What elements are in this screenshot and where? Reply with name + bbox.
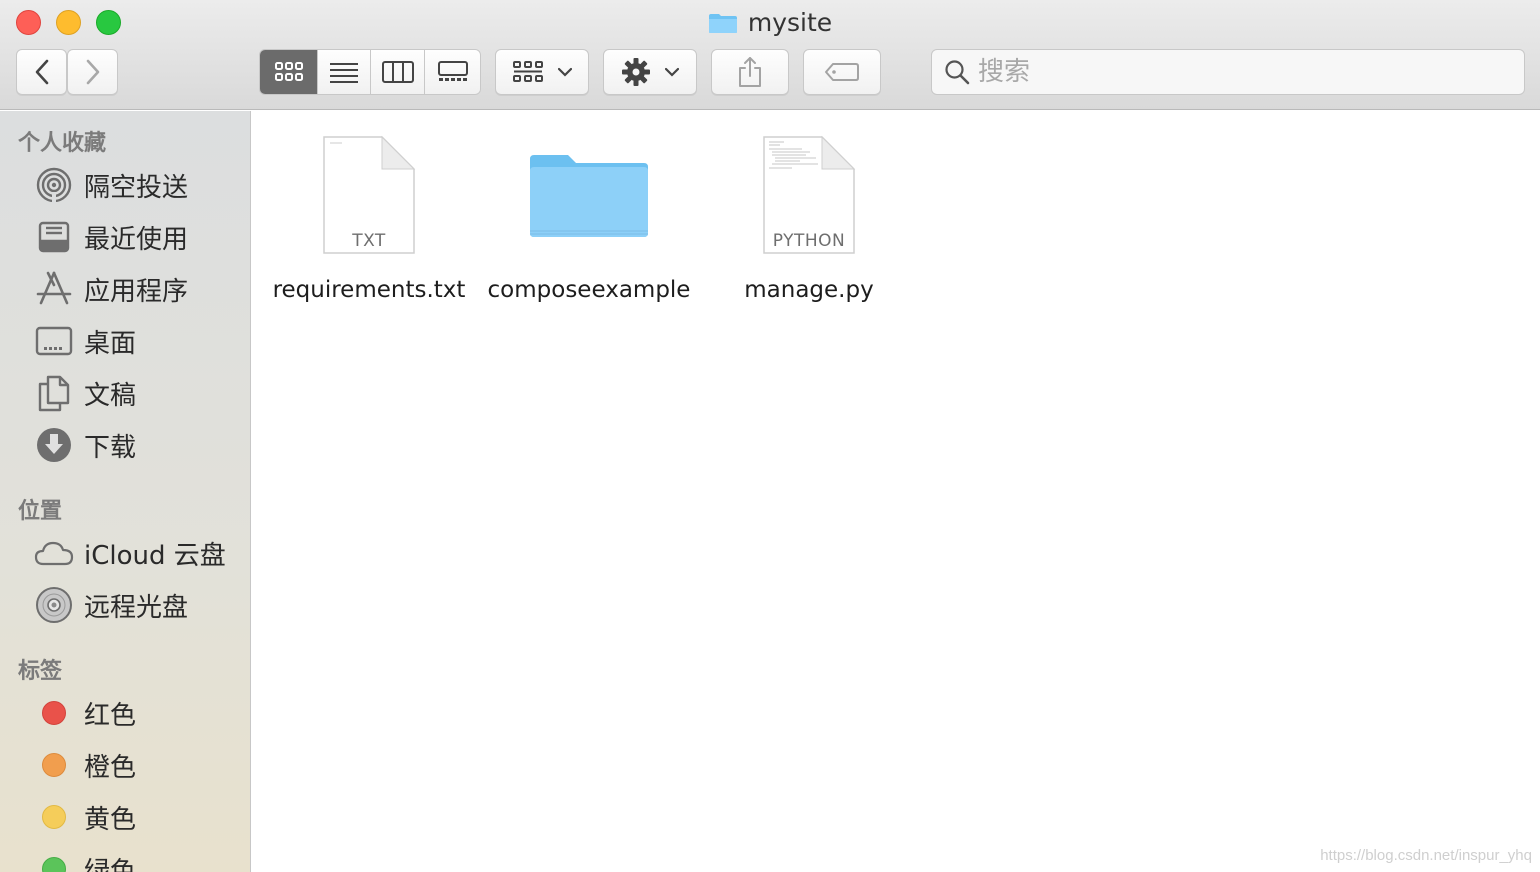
chevron-down-icon (558, 67, 572, 77)
list-view-button[interactable] (318, 50, 371, 94)
sidebar-item-label: 黄色 (84, 804, 137, 835)
window-title: mysite (0, 8, 1540, 38)
sidebar-item-label: 橙色 (84, 752, 137, 783)
gallery-view-icon (437, 61, 468, 81)
share-icon (739, 57, 761, 87)
sidebar-tag-red[interactable]: 红色 (34, 691, 244, 735)
sidebar-item-downloads[interactable]: 下载 (34, 423, 244, 467)
chevron-right-icon (86, 59, 99, 85)
gear-icon (622, 58, 650, 86)
sidebar-item-label: iCloud 云盘 (84, 540, 226, 571)
file-type-label: PYTHON (772, 231, 846, 251)
text-document-icon: TXT (322, 135, 416, 255)
tag-icon (825, 63, 859, 81)
search-input[interactable] (978, 57, 1478, 87)
sidebar-item-icloud[interactable]: iCloud 云盘 (34, 531, 244, 575)
tag-dot-icon (42, 857, 66, 872)
sidebar-item-label: 绿色 (84, 856, 137, 872)
file-type-label: TXT (352, 231, 386, 251)
sidebar-item-label: 最近使用 (84, 224, 189, 255)
view-mode-control (259, 49, 481, 95)
icon-view-icon (274, 62, 303, 81)
sidebar-tag-orange[interactable]: 橙色 (34, 743, 244, 787)
applications-icon (34, 269, 74, 309)
file-name: composeexample (487, 277, 691, 303)
tag-dot-icon (42, 701, 66, 725)
list-view-icon (330, 63, 358, 83)
tags-button[interactable] (803, 49, 881, 95)
recents-icon (34, 217, 74, 257)
sidebar-item-label: 远程光盘 (84, 592, 189, 623)
documents-icon (34, 373, 74, 413)
folder-icon (708, 14, 737, 33)
sidebar-item-label: 下载 (84, 432, 137, 463)
sidebar-item-label: 文稿 (84, 380, 137, 411)
sidebar-item-desktop[interactable]: 桌面 (34, 319, 244, 363)
sidebar-item-remote-disc[interactable]: 远程光盘 (34, 583, 244, 627)
sidebar-item-recents[interactable]: 最近使用 (34, 215, 244, 259)
watermark-text: https://blog.csdn.net/inspur_yhq (1320, 847, 1532, 864)
sidebar-item-applications[interactable]: 应用程序 (34, 267, 244, 311)
window-title-text: mysite (747, 8, 833, 37)
gallery-view-button[interactable] (425, 50, 480, 94)
sidebar-item-label: 隔空投送 (84, 172, 189, 203)
forward-button[interactable] (67, 49, 118, 95)
sidebar-item-documents[interactable]: 文稿 (34, 371, 244, 415)
chevron-left-icon (35, 59, 48, 85)
folder-item[interactable]: composeexample (479, 127, 699, 317)
sidebar: 个人收藏 隔空投送 最近使用 应用程序 桌面 文稿 下载 位置 iCloud 云… (0, 111, 251, 872)
tag-dot-icon (42, 753, 66, 777)
search-field[interactable] (931, 49, 1525, 95)
sidebar-item-label: 应用程序 (84, 276, 189, 307)
action-button[interactable] (603, 49, 697, 95)
tag-dot-icon (42, 805, 66, 829)
file-name: requirements.txt (272, 277, 466, 303)
sidebar-item-airdrop[interactable]: 隔空投送 (34, 163, 244, 207)
desktop-icon (34, 321, 74, 361)
back-button[interactable] (16, 49, 67, 95)
sidebar-tag-yellow[interactable]: 黄色 (34, 795, 244, 839)
file-item[interactable]: PYTHON manage.py (699, 127, 919, 317)
remote-disc-icon (34, 585, 74, 625)
icon-view-button[interactable] (260, 50, 318, 94)
chevron-down-icon (665, 67, 679, 77)
file-name: manage.py (744, 277, 874, 303)
share-button[interactable] (711, 49, 789, 95)
column-view-icon (381, 61, 414, 83)
icloud-icon (34, 533, 74, 573)
sidebar-tag-green[interactable]: 绿色 (34, 847, 244, 872)
file-browser: TXT requirements.txt composeexample PYTH… (252, 111, 1540, 872)
airdrop-icon (34, 165, 74, 205)
sidebar-heading-tags: 标签 (18, 659, 63, 684)
python-document-icon: PYTHON (762, 135, 856, 255)
search-icon (945, 60, 970, 85)
column-view-button[interactable] (371, 50, 425, 94)
group-by-button[interactable] (495, 49, 589, 95)
downloads-icon (34, 425, 74, 465)
folder-icon (530, 155, 648, 237)
sidebar-item-label: 红色 (84, 700, 137, 731)
file-item[interactable]: TXT requirements.txt (259, 127, 479, 317)
toolbar: mysite (0, 0, 1540, 110)
sidebar-heading-favorites: 个人收藏 (18, 131, 107, 156)
sidebar-item-label: 桌面 (84, 328, 137, 359)
group-icon (513, 61, 543, 82)
sidebar-heading-locations: 位置 (18, 499, 63, 524)
